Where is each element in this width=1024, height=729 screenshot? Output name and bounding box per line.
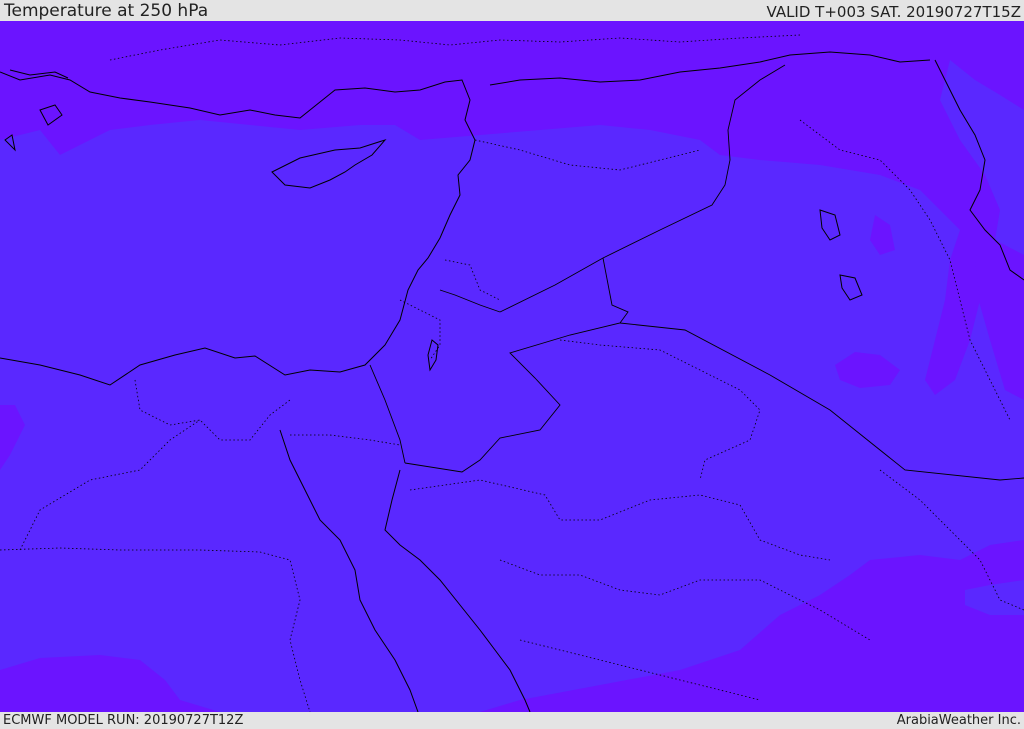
footer-bar: ECMWF MODEL RUN: 20190727T12Z ArabiaWeat… [0, 712, 1024, 729]
credit-label: ArabiaWeather Inc. [896, 713, 1021, 728]
model-run-label: ECMWF MODEL RUN: 20190727T12Z [3, 713, 244, 728]
header-bar: Temperature at 250 hPa VALID T+003 SAT. … [0, 0, 1024, 20]
valid-time: VALID T+003 SAT. 20190727T15Z [766, 3, 1021, 21]
map-title: Temperature at 250 hPa [4, 1, 209, 21]
weather-map[interactable] [0, 21, 1024, 712]
